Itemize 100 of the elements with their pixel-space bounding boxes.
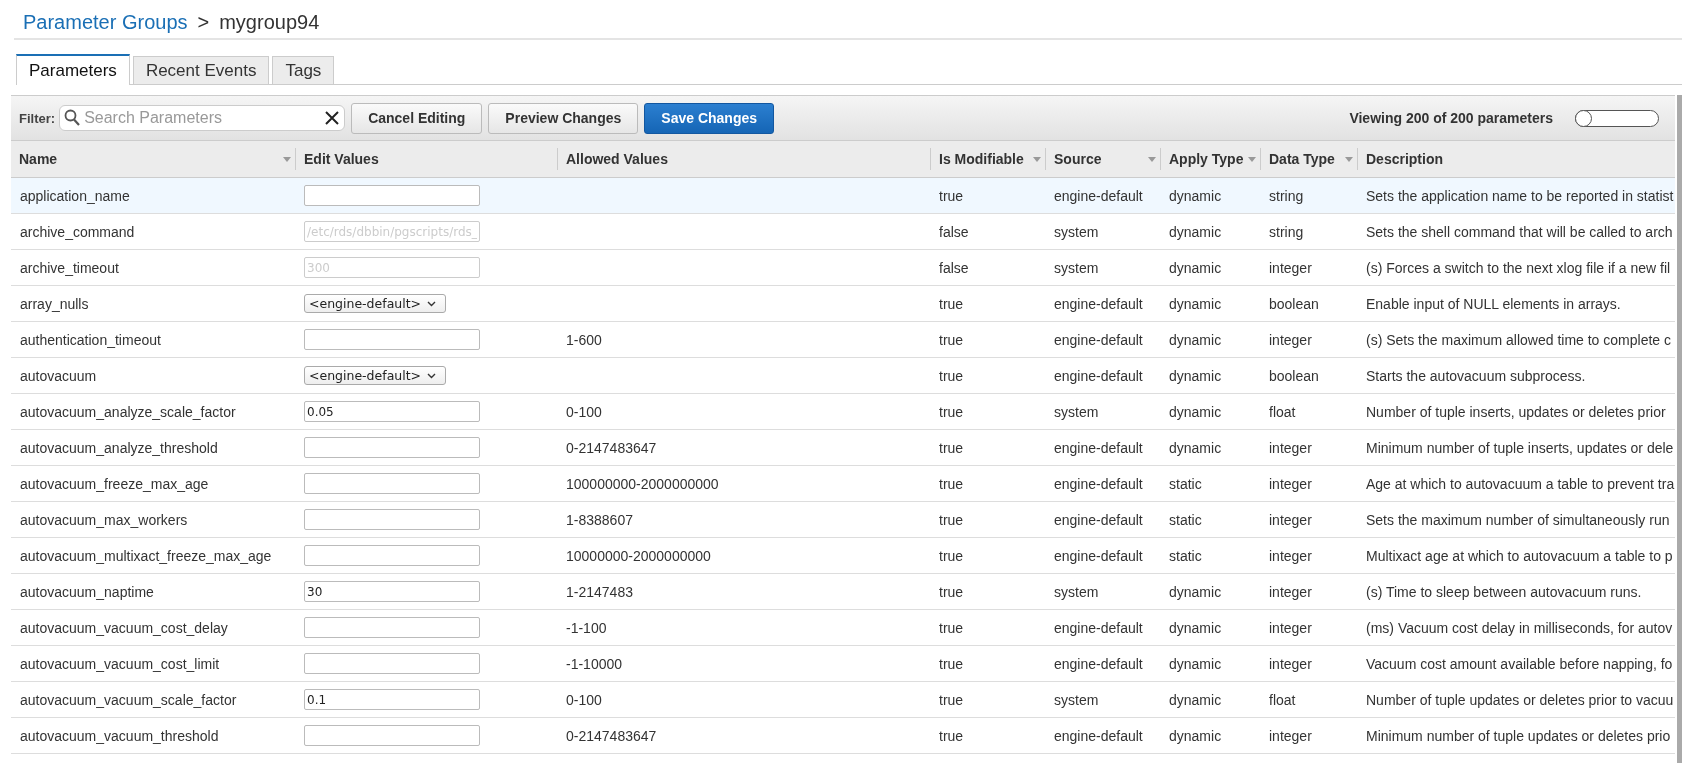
search-icon (64, 109, 81, 126)
table-cell: Sets the shell command that will be called to arch (1357, 213, 1675, 250)
table-row[interactable]: autovacuum_freeze_max_age 100000000-2000000000 true engine-default static integer Age at which to autovacuum a table to prevent tra (11, 465, 1675, 502)
value-dropdown[interactable]: <engine-default> (304, 294, 446, 313)
column-header[interactable]: Is Modifiable (930, 141, 1045, 178)
table-cell: static (1160, 501, 1260, 538)
table-cell: true (930, 429, 1045, 466)
tab[interactable]: Parameters (16, 54, 130, 85)
table-cell: dynamic (1160, 249, 1260, 286)
table-cell: authentication_timeout (11, 321, 295, 358)
table-cell: 0-2147483647 (557, 717, 930, 754)
table-row[interactable]: autovacuum_analyze_scale_factor 0.05 0-100 true system dynamic float Number of tuple inserts, updates or deletes prior (11, 393, 1675, 430)
table-cell: true (930, 537, 1045, 574)
table-cell: dynamic (1160, 393, 1260, 430)
value-input[interactable] (304, 185, 480, 206)
value-input[interactable]: 30 (304, 581, 480, 602)
table-row[interactable]: autovacuum_max_workers 1-8388607 true engine-default static integer Sets the maximum number of simultaneously run (11, 501, 1675, 538)
table-cell: system (1045, 573, 1160, 610)
table-cell: 1-600 (557, 321, 930, 358)
search-field[interactable]: Search Parameters (59, 105, 346, 131)
table-cell: dynamic (1160, 213, 1260, 250)
table-row[interactable]: autovacuum_vacuum_cost_delay -1-100 true engine-default dynamic integer (ms) Vacuum cost delay in milliseconds, for autov (11, 609, 1675, 646)
close-icon[interactable] (325, 111, 340, 125)
value-input[interactable] (304, 473, 480, 494)
column-header[interactable]: Name (11, 141, 295, 178)
table-cell: engine-default (1045, 285, 1160, 322)
table-row[interactable]: autovacuum_multixact_freeze_max_age 10000000-2000000000 true engine-default static integer Multixact age at which to autovacuum a table to p (11, 537, 1675, 574)
toolbar-button[interactable]: Save Changes (644, 102, 774, 134)
value-input[interactable] (304, 437, 480, 458)
table-cell: system (1045, 213, 1160, 250)
table-row[interactable]: autovacuum_vacuum_scale_factor 0.1 0-100 true system dynamic float Number of tuple updates or deletes prior to vacuu (11, 681, 1675, 718)
table-row[interactable]: array_nulls <engine-default> true engine-default dynamic boolean Enable input of NULL elements in arrays. (11, 285, 1675, 322)
sort-caret-icon (1248, 156, 1256, 162)
breadcrumb-current: mygroup94 (219, 10, 320, 34)
table-cell: integer (1260, 537, 1357, 574)
table-cell: autovacuum (11, 357, 295, 394)
tab[interactable]: Recent Events (132, 56, 270, 84)
table-cell: dynamic (1160, 717, 1260, 754)
table-cell: integer (1260, 645, 1357, 682)
column-header[interactable]: Apply Type (1160, 141, 1260, 178)
toolbar-button[interactable]: Preview Changes (488, 102, 639, 134)
table-cell: dynamic (1160, 285, 1260, 322)
column-header[interactable]: Source (1045, 141, 1160, 178)
value-input[interactable] (304, 509, 480, 530)
toolbar-button[interactable]: Cancel Editing (351, 102, 483, 134)
table-cell: 100000000-2000000000 (557, 465, 930, 502)
scrollbar[interactable] (1677, 95, 1682, 763)
table-cell: array_nulls (11, 285, 295, 322)
sort-caret-icon (1148, 156, 1156, 162)
table-cell: 0-100 (557, 681, 930, 718)
table-cell: 0-2147483647 (557, 429, 930, 466)
table-cell: autovacuum_analyze_scale_factor (11, 393, 295, 430)
table-cell: boolean (1260, 285, 1357, 322)
table-row[interactable]: autovacuum_vacuum_threshold 0-2147483647 true engine-default dynamic integer Minimum number of tuple updates or deletes prio (11, 717, 1675, 754)
column-header[interactable]: Allowed Values (557, 141, 930, 178)
breadcrumb-separator: > (197, 10, 210, 34)
table-cell: 1-2147483 (557, 573, 930, 610)
table-cell: engine-default (1045, 609, 1160, 646)
table-cell: Number of tuple updates or deletes prior to vacuu (1357, 681, 1675, 718)
table-cell: engine-default (1045, 321, 1160, 358)
table-cell: integer (1260, 609, 1357, 646)
table-row[interactable]: autovacuum <engine-default> true engine-default dynamic boolean Starts the autovacuum subprocess. (11, 357, 1675, 394)
column-header[interactable]: Description (1357, 141, 1675, 178)
table-row[interactable]: autovacuum_vacuum_cost_limit -1-10000 true engine-default dynamic integer Vacuum cost amount available before napping, fo (11, 645, 1675, 682)
value-dropdown[interactable]: <engine-default> (304, 366, 446, 385)
value-input[interactable]: 0.1 (304, 689, 480, 710)
value-input[interactable] (304, 617, 480, 638)
table-cell: engine-default (1045, 177, 1160, 214)
table-cell: integer (1260, 501, 1357, 538)
table-cell: false (930, 249, 1045, 286)
breadcrumb-link[interactable]: Parameter Groups (23, 10, 188, 34)
tab[interactable]: Tags (272, 56, 335, 84)
table-cell: Starts the autovacuum subprocess. (1357, 357, 1675, 394)
table-cell: true (930, 573, 1045, 610)
value-input[interactable] (304, 329, 480, 350)
value-input[interactable]: 0.05 (304, 401, 480, 422)
table-cell: integer (1260, 321, 1357, 358)
column-header[interactable]: Data Type (1260, 141, 1357, 178)
column-header[interactable]: Edit Values (295, 141, 557, 178)
table-cell: true (930, 177, 1045, 214)
value-input[interactable] (304, 725, 480, 746)
table-row[interactable]: autovacuum_analyze_threshold 0-2147483647 true engine-default dynamic integer Minimum number of tuple inserts, updates or dele (11, 429, 1675, 466)
table-cell: (s) Forces a switch to the next xlog file if a new fil (1357, 249, 1675, 286)
chevron-down-icon (427, 300, 437, 307)
table-cell: application_name (11, 177, 295, 214)
table-row[interactable]: autovacuum_naptime 30 1-2147483 true system dynamic integer (s) Time to sleep between autovacuum runs. (11, 573, 1675, 610)
toggle-switch[interactable] (1575, 109, 1659, 127)
table-cell: system (1045, 393, 1160, 430)
table-cell: true (930, 321, 1045, 358)
table-cell: engine-default (1045, 717, 1160, 754)
table-row[interactable]: authentication_timeout 1-600 true engine-default dynamic integer (s) Sets the maximum allowed time to complete c (11, 321, 1675, 358)
table-cell: system (1045, 681, 1160, 718)
table-cell: true (930, 393, 1045, 430)
value-input[interactable] (304, 545, 480, 566)
table-cell: autovacuum_naptime (11, 573, 295, 610)
table-cell: Sets the maximum number of simultaneously run (1357, 501, 1675, 538)
table-row[interactable]: application_name true engine-default dynamic string Sets the application name to be reported in statist (11, 177, 1675, 214)
table-cell: Enable input of NULL elements in arrays. (1357, 285, 1675, 322)
table-cell: float (1260, 681, 1357, 718)
value-input[interactable] (304, 653, 480, 674)
